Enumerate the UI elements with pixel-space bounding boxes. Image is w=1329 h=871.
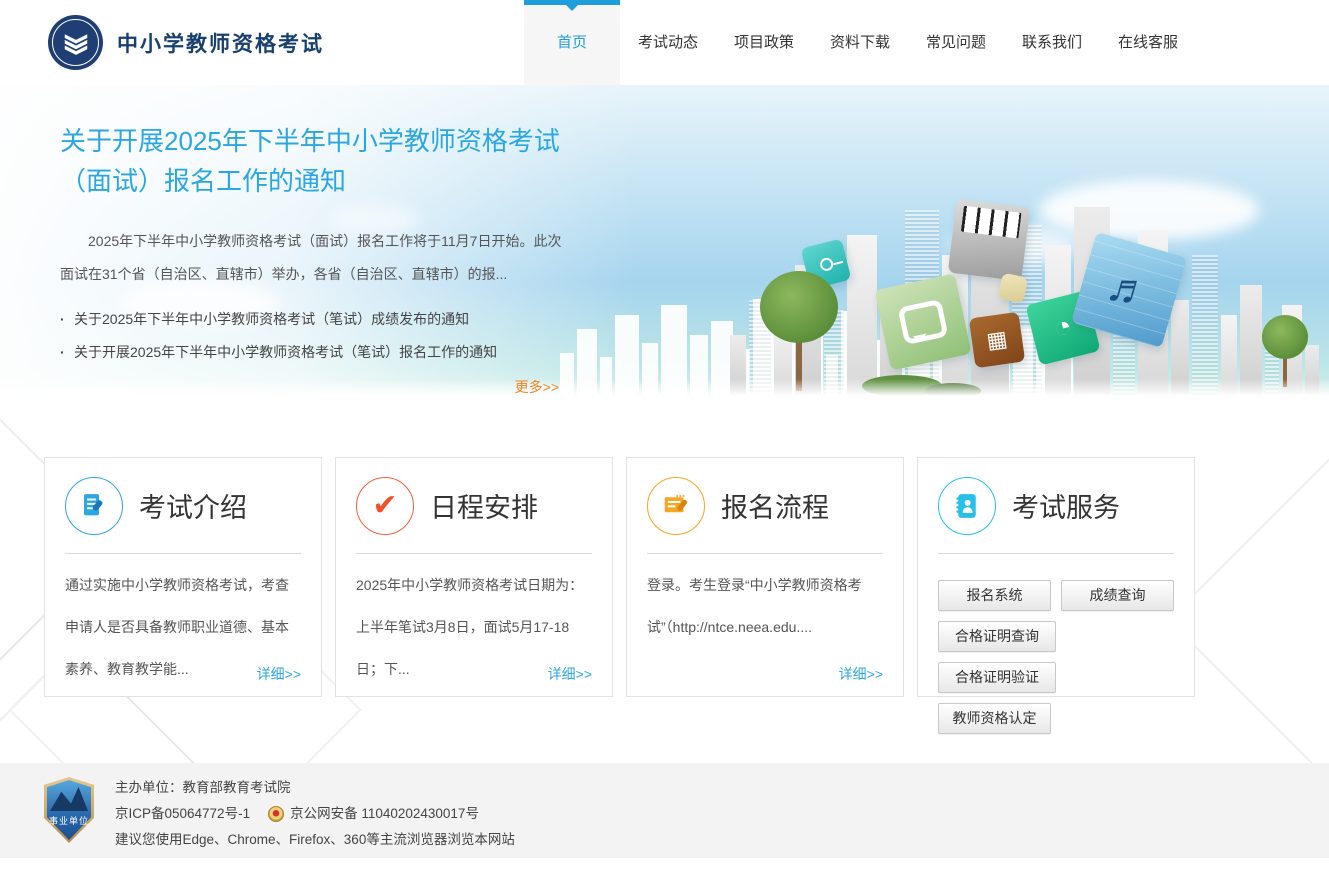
news-link[interactable]: 关于2025年下半年中小学教师资格考试（笔试）成绩发布的通知	[60, 303, 575, 336]
announcement-summary: 2025年下半年中小学教师资格考试（面试）报名工作将于11月7日开始。此次面试在…	[60, 225, 575, 291]
quick-cards-section: 考试介绍 通过实施中小学教师资格考试，考查申请人是否具备教师职业道德、基本素养、…	[0, 405, 1329, 763]
certificate-verify-button[interactable]: 合格证明验证	[938, 662, 1056, 693]
card-title: 报名流程	[721, 486, 829, 525]
service-buttons: 报名系统 成绩查询 合格证明查询 合格证明验证 教师资格认定	[938, 554, 1174, 734]
nav-item-exam-news[interactable]: 考试动态	[620, 0, 716, 85]
bottom-strip	[0, 858, 1329, 871]
detail-link[interactable]: 详细>>	[839, 664, 883, 684]
police-badge-icon	[268, 806, 284, 822]
news-link[interactable]: 关于开展2025年下半年中小学教师资格考试（笔试）报名工作的通知	[60, 336, 575, 369]
card-exam-intro: 考试介绍 通过实施中小学教师资格考试，考查申请人是否具备教师职业道德、基本素养、…	[44, 457, 322, 697]
icp-number: 京ICP备05064772号-1	[115, 801, 250, 827]
organizer-line: 主办单位：教育部教育考试院	[115, 775, 515, 801]
form-pen-icon	[647, 477, 705, 535]
nav-item-policies[interactable]: 项目政策	[716, 0, 812, 85]
piano-cube-icon	[948, 199, 1030, 281]
score-query-button[interactable]: 成绩查询	[1061, 580, 1174, 611]
announcement-block: 关于开展2025年下半年中小学教师资格考试（面试）报名工作的通知 2025年下半…	[0, 85, 575, 397]
main-nav: 首页 考试动态 项目政策 资料下载 常见问题 联系我们 在线客服	[524, 0, 1196, 85]
document-pen-icon	[65, 477, 123, 535]
calculator-cube-icon: ▦	[969, 312, 1025, 368]
site-footer: 事业单位 主办单位：教育部教育考试院 京ICP备05064772号-1 京公网安…	[0, 763, 1329, 858]
nav-item-faq[interactable]: 常见问题	[908, 0, 1004, 85]
site-logo	[48, 15, 103, 70]
nav-item-contact[interactable]: 联系我们	[1004, 0, 1100, 85]
nav-item-downloads[interactable]: 资料下载	[812, 0, 908, 85]
certificate-query-button[interactable]: 合格证明查询	[938, 621, 1056, 652]
brand[interactable]: 中小学教师资格考试	[48, 15, 324, 70]
hero-banner: ▦ ◔ ♬ 关于开展2025年下半年中小学教师资格考试（面试）报名工作的通知 2…	[0, 85, 1329, 405]
registration-system-button[interactable]: 报名系统	[938, 580, 1051, 611]
card-body: 登录。考生登录“中小学教师资格考试”（http://ntce.neea.edu.…	[647, 554, 883, 648]
check-icon: ✔	[356, 477, 414, 535]
card-registration-process: 报名流程 登录。考生登录“中小学教师资格考试”（http://ntce.neea…	[626, 457, 904, 697]
detail-link[interactable]: 详细>>	[257, 664, 301, 684]
public-institution-badge: 事业单位	[44, 777, 94, 843]
news-list: 关于2025年下半年中小学教师资格考试（笔试）成绩发布的通知 关于开展2025年…	[60, 303, 575, 369]
speech-bubble-cube-icon	[874, 273, 971, 370]
card-title: 考试介绍	[139, 486, 247, 525]
tree	[760, 271, 838, 391]
police-record-link[interactable]: 京公网安备 11040202430017号	[290, 801, 479, 827]
card-title: 考试服务	[1012, 486, 1120, 525]
more-link[interactable]: 更多>>	[515, 379, 559, 395]
nav-item-online-service[interactable]: 在线客服	[1100, 0, 1196, 85]
browser-tip: 建议您使用Edge、Chrome、Firefox、360等主流浏览器浏览本网站	[115, 827, 515, 853]
announcement-title[interactable]: 关于开展2025年下半年中小学教师资格考试（面试）报名工作的通知	[60, 121, 575, 201]
card-exam-services: 考试服务 报名系统 成绩查询 合格证明查询 合格证明验证 教师资格认定	[917, 457, 1195, 697]
tree	[1262, 315, 1308, 387]
nav-item-home[interactable]: 首页	[524, 0, 620, 85]
book-icon	[61, 28, 91, 58]
card-schedule: ✔ 日程安排 2025年中小学教师资格考试日期为：上半年笔试3月8日，面试5月1…	[335, 457, 613, 697]
badge-label: 事业单位	[49, 814, 89, 827]
contact-book-icon	[938, 477, 996, 535]
site-title: 中小学教师资格考试	[117, 28, 324, 58]
teacher-qualification-button[interactable]: 教师资格认定	[938, 703, 1051, 734]
card-title: 日程安排	[430, 486, 538, 525]
site-header: 中小学教师资格考试 首页 考试动态 项目政策 资料下载 常见问题 联系我们 在线…	[0, 0, 1329, 85]
detail-link[interactable]: 详细>>	[548, 664, 592, 684]
